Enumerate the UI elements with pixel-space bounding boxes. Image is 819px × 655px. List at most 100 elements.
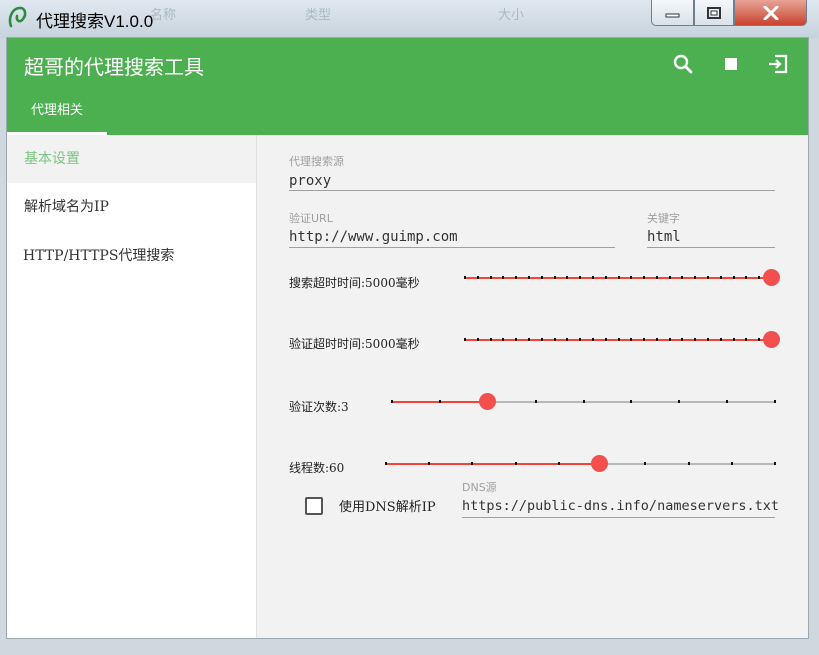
app-bar: 超哥的代理搜索工具 代理相关	[7, 38, 808, 135]
slider-tick	[694, 276, 697, 279]
slider-tick	[464, 276, 466, 279]
slider-tick	[655, 276, 658, 279]
slider-tick	[515, 338, 518, 341]
slider-tick	[687, 462, 690, 465]
keyword-label: 关键字	[647, 212, 680, 225]
slider-tick	[471, 462, 474, 465]
slider-tick	[732, 338, 735, 341]
dns-source-input[interactable]: https://public-dns.info/nameservers.txt	[462, 498, 779, 514]
slider-thumb[interactable]	[763, 331, 780, 348]
verify-timeout-label: 验证超时时间:5000毫秒	[289, 337, 420, 351]
verify-count-slider[interactable]	[391, 393, 776, 410]
use-dns-checkbox[interactable]	[305, 497, 323, 515]
background-header-name: 名称	[150, 8, 177, 23]
slider-tick	[774, 462, 776, 465]
slider-tick	[591, 338, 594, 341]
slider-tick	[644, 462, 647, 465]
slider-tick	[540, 338, 543, 341]
slider-tick	[489, 338, 492, 341]
slider-tick	[579, 276, 582, 279]
search-icon[interactable]	[671, 52, 695, 76]
slider-tick	[502, 338, 505, 341]
slider-tick	[566, 338, 569, 341]
slider-tick	[730, 462, 733, 465]
slider-tick	[630, 276, 633, 279]
thread-count-label: 线程数:60	[289, 461, 345, 475]
slider-tick	[557, 462, 560, 465]
sidebar-item-label: 解析域名为IP	[24, 199, 109, 215]
search-timeout-label: 搜索超时时间:5000毫秒	[289, 276, 420, 290]
dns-source-label: DNS源	[462, 481, 497, 494]
slider-tick	[582, 400, 585, 403]
maximize-button[interactable]	[694, 0, 734, 26]
tab-proxy-label: 代理相关	[30, 103, 83, 118]
slider-tick	[681, 338, 684, 341]
slider-tick	[630, 400, 633, 403]
slider-tick	[681, 276, 684, 279]
app-window: 超哥的代理搜索工具 代理相关 基本设置 解析域名为IP HTTP/HTTPS代理…	[7, 38, 808, 638]
slider-tick	[668, 276, 671, 279]
sidebar-item-label: HTTP/HTTPS代理搜索	[23, 248, 175, 264]
app-logo-icon	[8, 6, 27, 28]
slider-tick	[617, 338, 620, 341]
slider-tick	[476, 276, 479, 279]
slider-tick	[719, 276, 722, 279]
proxy-source-label: 代理搜索源	[289, 155, 344, 168]
slider-tick	[438, 400, 441, 403]
sidebar-item-basic-settings[interactable]: 基本设置	[7, 135, 256, 183]
slider-tick	[566, 276, 569, 279]
slider-thumb[interactable]	[478, 393, 496, 410]
slider-tick	[476, 338, 479, 341]
slider-thumb[interactable]	[590, 455, 608, 472]
slider-tick	[579, 338, 582, 341]
verify-url-underline	[289, 247, 615, 248]
slider-tick	[428, 462, 431, 465]
slider-tick	[643, 338, 646, 341]
slider-tick	[527, 338, 530, 341]
close-icon	[763, 5, 778, 20]
window-titlebar: 代理搜索V1.0.0 名称 类型 大小	[0, 0, 819, 38]
slider-tick	[464, 338, 466, 341]
slider-tick	[774, 400, 776, 403]
slider-tick	[758, 276, 761, 279]
slider-tick	[553, 276, 556, 279]
slider-tick	[515, 276, 518, 279]
proxy-source-input[interactable]: proxy	[289, 173, 331, 189]
slider-tick	[758, 338, 761, 341]
slider-tick	[604, 276, 607, 279]
verify-timeout-slider[interactable]	[464, 331, 780, 348]
tab-proxy[interactable]: 代理相关	[7, 92, 107, 135]
slider-tick	[514, 462, 517, 465]
slider-tick	[655, 338, 658, 341]
slider-tick	[591, 276, 594, 279]
slider-tick	[540, 276, 543, 279]
sidebar-item-resolve-domain[interactable]: 解析域名为IP	[7, 183, 256, 231]
verify-url-input[interactable]: http://www.guimp.com	[289, 229, 458, 245]
close-button[interactable]	[734, 0, 807, 26]
slider-tick	[534, 400, 537, 403]
maximize-icon	[707, 6, 721, 19]
proxy-source-underline	[289, 190, 775, 191]
thread-count-slider[interactable]	[385, 455, 776, 472]
slider-tick	[617, 276, 620, 279]
keyword-underline	[647, 247, 775, 248]
slider-tick	[391, 400, 393, 403]
slider-tick	[630, 338, 633, 341]
search-timeout-slider[interactable]	[464, 269, 780, 286]
slider-tick	[726, 400, 729, 403]
slider-thumb[interactable]	[763, 269, 780, 286]
slider-tick	[745, 338, 748, 341]
dns-source-underline	[462, 517, 775, 518]
sidebar-item-label: 基本设置	[24, 151, 80, 167]
slider-tick	[694, 338, 697, 341]
keyword-input[interactable]: html	[647, 229, 681, 245]
slider-fill	[385, 463, 599, 465]
minimize-icon	[665, 13, 679, 17]
minimize-button[interactable]	[651, 0, 694, 26]
app-title: 超哥的代理搜索工具	[24, 55, 204, 79]
sidebar-item-proxy-search[interactable]: HTTP/HTTPS代理搜索	[7, 232, 256, 280]
slider-tick	[489, 276, 492, 279]
stop-icon[interactable]	[719, 52, 743, 76]
exit-icon[interactable]	[766, 52, 790, 76]
use-dns-label: 使用DNS解析IP	[339, 500, 436, 515]
